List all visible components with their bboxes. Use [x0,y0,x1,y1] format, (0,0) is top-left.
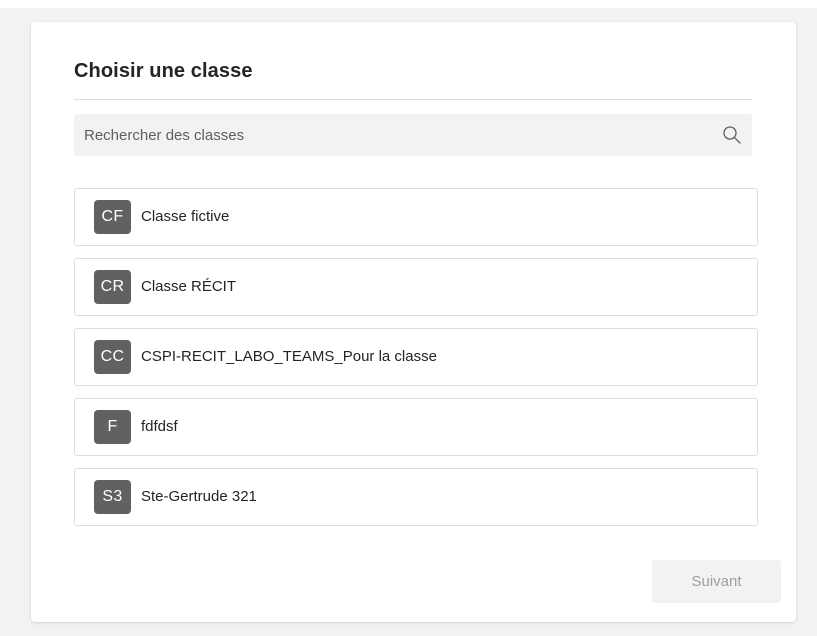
search-input[interactable] [74,114,694,156]
class-avatar: F [94,410,131,444]
dialog-title: Choisir une classe [74,60,253,82]
choose-class-dialog: Choisir une classe CF Classe fictive CR … [31,22,796,622]
class-name: CSPI-RECIT_LABO_TEAMS_Pour la classe [141,348,437,365]
class-item-classe-fictive[interactable]: CF Classe fictive [74,188,758,246]
title-divider [74,99,752,100]
next-button[interactable]: Suivant [652,560,781,603]
class-name: Classe RÉCIT [141,278,237,295]
class-avatar: CF [94,200,131,234]
class-avatar: S3 [94,480,131,514]
top-strip [0,0,817,8]
class-name: Ste-Gertrude 321 [141,488,257,505]
class-name: Classe fictive [141,208,230,225]
class-list: CF Classe fictive CR Classe RÉCIT CC CSP… [74,188,758,538]
search-icon[interactable] [722,125,742,145]
class-name: fdfdsf [141,418,178,435]
class-item-classe-recit[interactable]: CR Classe RÉCIT [74,258,758,316]
class-item-ste-gertrude-321[interactable]: S3 Ste-Gertrude 321 [74,468,758,526]
class-item-fdfdsf[interactable]: F fdfdsf [74,398,758,456]
search-box[interactable] [74,114,752,156]
class-avatar: CC [94,340,131,374]
class-avatar: CR [94,270,131,304]
class-item-cspi-recit-labo-teams[interactable]: CC CSPI-RECIT_LABO_TEAMS_Pour la classe [74,328,758,386]
